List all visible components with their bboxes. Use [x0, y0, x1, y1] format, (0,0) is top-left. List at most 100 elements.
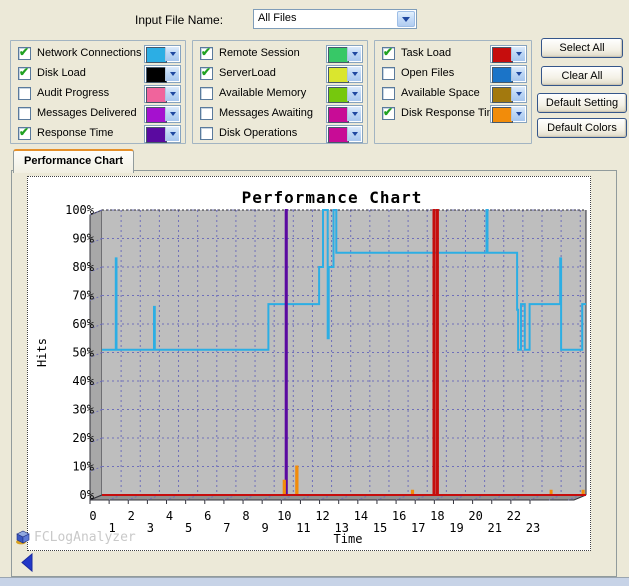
clear-all-button[interactable]: Clear All — [541, 66, 623, 86]
chevron-down-icon — [511, 87, 525, 101]
series-label-available-space: Available Space — [401, 87, 480, 99]
series-row-disk-response-time: ✔ Disk Response Time — [375, 104, 531, 124]
chevron-down-icon — [165, 87, 179, 101]
svg-text:10: 10 — [277, 509, 291, 523]
svg-text:5: 5 — [185, 521, 192, 535]
svg-text:21: 21 — [488, 521, 502, 535]
color-dropdown-task-load[interactable] — [490, 45, 527, 63]
svg-text:Hits: Hits — [35, 338, 49, 367]
series-label-remote-session: Remote Session — [219, 47, 300, 59]
checkbox-remote-session[interactable]: ✔ — [200, 47, 213, 60]
tab-performance-chart[interactable]: Performance Chart — [13, 149, 134, 173]
svg-text:4: 4 — [166, 509, 173, 523]
svg-text:19: 19 — [449, 521, 463, 535]
chevron-down-icon — [165, 47, 179, 61]
color-swatch — [328, 87, 349, 103]
app-watermark-text: FCLogAnalyzer — [34, 530, 136, 545]
color-dropdown-messages-awaiting[interactable] — [326, 105, 363, 123]
color-dropdown-messages-delivered[interactable] — [144, 105, 181, 123]
color-swatch — [146, 67, 167, 83]
checkbox-task-load[interactable]: ✔ — [382, 47, 395, 60]
series-row-task-load: ✔ Task Load — [375, 44, 531, 64]
checkbox-available-space[interactable] — [382, 87, 395, 100]
window-bottom-edge — [0, 578, 629, 586]
series-label-task-load: Task Load — [401, 47, 451, 59]
svg-text:20: 20 — [468, 509, 482, 523]
color-dropdown-available-memory[interactable] — [326, 85, 363, 103]
svg-text:2: 2 — [128, 509, 135, 523]
series-label-network-connections: Network Connections — [37, 47, 142, 59]
checkbox-serverload[interactable]: ✔ — [200, 67, 213, 80]
svg-text:9: 9 — [262, 521, 269, 535]
checkbox-disk-operations[interactable] — [200, 127, 213, 140]
chevron-down-icon — [511, 67, 525, 81]
svg-text:0%: 0% — [80, 488, 95, 502]
chevron-down-icon — [511, 47, 525, 61]
input-file-value: All Files — [258, 12, 297, 24]
svg-text:16: 16 — [392, 509, 406, 523]
color-swatch — [328, 127, 349, 143]
color-swatch — [146, 87, 167, 103]
svg-text:6: 6 — [204, 509, 211, 523]
svg-text:10%: 10% — [72, 460, 94, 474]
checkbox-disk-load[interactable]: ✔ — [18, 67, 31, 80]
color-dropdown-audit-progress[interactable] — [144, 85, 181, 103]
svg-text:3: 3 — [147, 521, 154, 535]
series-label-open-files: Open Files — [401, 67, 454, 79]
check-icon: ✔ — [19, 65, 29, 79]
series-label-disk-response-time: Disk Response Time — [401, 107, 502, 119]
series-row-available-space: Available Space — [375, 84, 531, 104]
series-row-serverload: ✔ ServerLoad — [193, 64, 367, 84]
checkbox-available-memory[interactable] — [200, 87, 213, 100]
checkbox-audit-progress[interactable] — [18, 87, 31, 100]
color-dropdown-available-space[interactable] — [490, 85, 527, 103]
chevron-down-icon — [347, 67, 361, 81]
svg-text:22: 22 — [507, 509, 521, 523]
color-dropdown-disk-operations[interactable] — [326, 125, 363, 143]
color-dropdown-network-connections[interactable] — [144, 45, 181, 63]
color-swatch — [328, 67, 349, 83]
checkbox-open-files[interactable] — [382, 67, 395, 80]
svg-text:18: 18 — [430, 509, 444, 523]
svg-text:8: 8 — [242, 509, 249, 523]
svg-text:14: 14 — [354, 509, 368, 523]
select-all-button[interactable]: Select All — [541, 38, 623, 58]
series-row-network-connections: ✔ Network Connections — [11, 44, 185, 64]
series-row-response-time: ✔Response Time — [11, 124, 185, 144]
color-swatch — [328, 47, 349, 63]
checkbox-messages-awaiting[interactable] — [200, 107, 213, 120]
chevron-down-icon — [347, 127, 361, 141]
svg-text:0: 0 — [89, 509, 96, 523]
combobox-arrow-icon[interactable] — [397, 11, 415, 27]
check-icon: ✔ — [19, 45, 29, 59]
svg-text:80%: 80% — [72, 260, 94, 274]
color-swatch — [492, 47, 513, 63]
svg-text:70%: 70% — [72, 289, 94, 303]
color-dropdown-disk-load[interactable] — [144, 65, 181, 83]
default-setting-button[interactable]: Default Setting — [537, 93, 627, 113]
input-file-select[interactable]: All Files — [253, 9, 417, 29]
checkbox-messages-delivered[interactable] — [18, 107, 31, 120]
chevron-down-icon — [347, 47, 361, 61]
chevron-down-icon — [165, 107, 179, 121]
back-arrow-button[interactable] — [21, 553, 35, 573]
svg-text:40%: 40% — [72, 374, 94, 388]
color-dropdown-serverload[interactable] — [326, 65, 363, 83]
color-dropdown-disk-response-time[interactable] — [490, 105, 527, 123]
chevron-down-icon — [165, 67, 179, 81]
performance-chart-area: 012345678910111213141516171819202122230%… — [27, 176, 591, 551]
color-dropdown-remote-session[interactable] — [326, 45, 363, 63]
color-dropdown-response-time[interactable] — [144, 125, 181, 143]
checkbox-response-time[interactable]: ✔ — [18, 127, 31, 140]
app-logo-icon — [15, 529, 31, 545]
svg-text:12: 12 — [315, 509, 329, 523]
color-swatch — [492, 107, 513, 123]
color-dropdown-open-files[interactable] — [490, 65, 527, 83]
series-label-messages-awaiting: Messages Awaiting — [219, 107, 313, 119]
series-label-serverload: ServerLoad — [219, 67, 276, 79]
checkbox-disk-response-time[interactable]: ✔ — [382, 107, 395, 120]
check-icon: ✔ — [201, 45, 211, 59]
default-colors-button[interactable]: Default Colors — [537, 118, 627, 138]
checkbox-network-connections[interactable]: ✔ — [18, 47, 31, 60]
series-group-1: ✔Network Connections✔Disk LoadAudit Prog… — [10, 40, 186, 144]
